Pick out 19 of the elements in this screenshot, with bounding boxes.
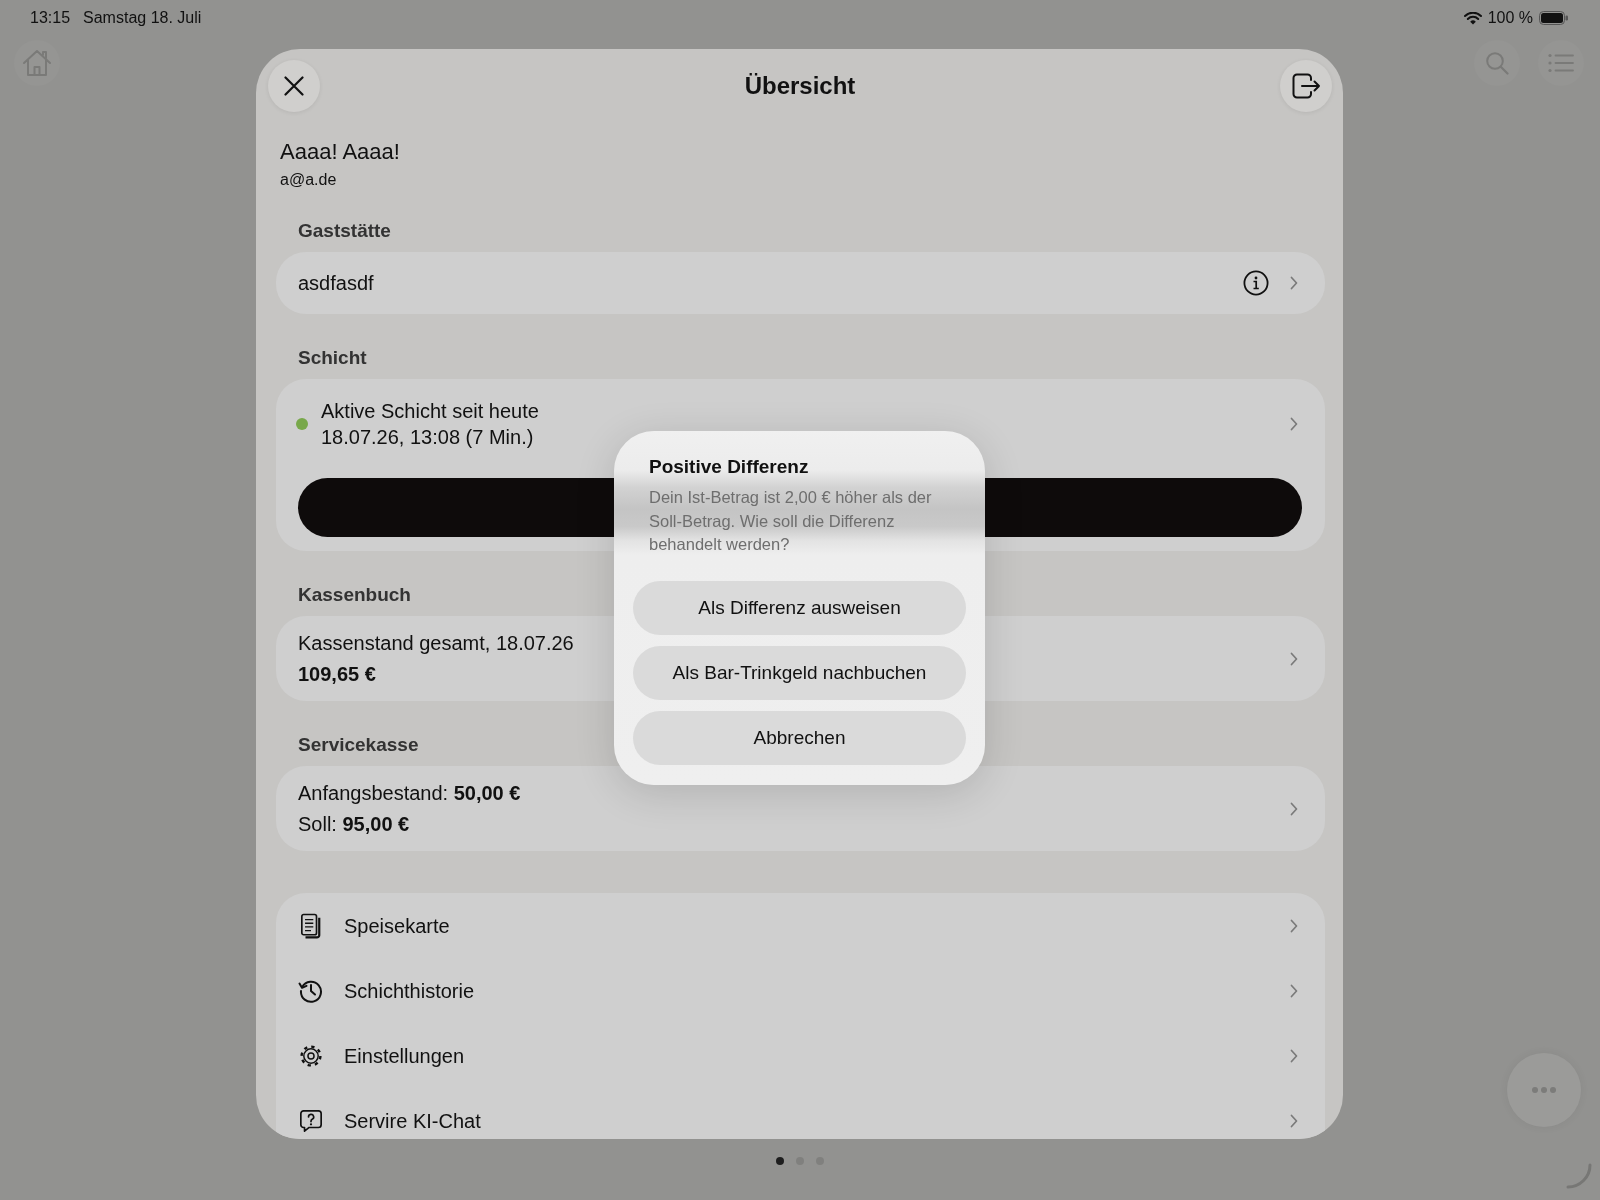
user-name: Aaaa! Aaaa! — [280, 139, 400, 165]
section-header: Servicekasse — [298, 733, 419, 757]
user-email: a@a.de — [280, 170, 337, 190]
status-time: 13:15 — [30, 9, 71, 27]
battery-percent: 100 % — [1487, 9, 1533, 27]
shift-since: 18.07.26, 13:08 (7 Min.) — [321, 425, 534, 450]
dialog-title: Positive Differenz — [649, 455, 809, 479]
dialog-message: Dein Ist-Betrag ist 2,00 € höher als der Soll-Betrag. Wie soll die Differenz behandelt werden? — [648, 487, 933, 555]
cash-balance-amount: 109,65 € — [298, 662, 376, 687]
section-header: Gaststätte — [298, 219, 391, 243]
section-header: Kassenbuch — [298, 583, 411, 607]
status-date: Samstag 18. Juli — [83, 9, 202, 27]
service-cash-line: Soll: 95,00 € — [298, 812, 410, 837]
sheet-title: Übersicht — [744, 71, 856, 101]
section-header: Schicht — [298, 346, 367, 370]
shift-status: Aktive Schicht seit heute — [321, 399, 539, 424]
service-cash-line: Anfangsbestand: 50,00 € — [298, 781, 521, 806]
venue-name: asdfasdf — [298, 271, 374, 296]
cash-balance-label: Kassenstand gesamt, 18.07.26 — [298, 631, 574, 656]
